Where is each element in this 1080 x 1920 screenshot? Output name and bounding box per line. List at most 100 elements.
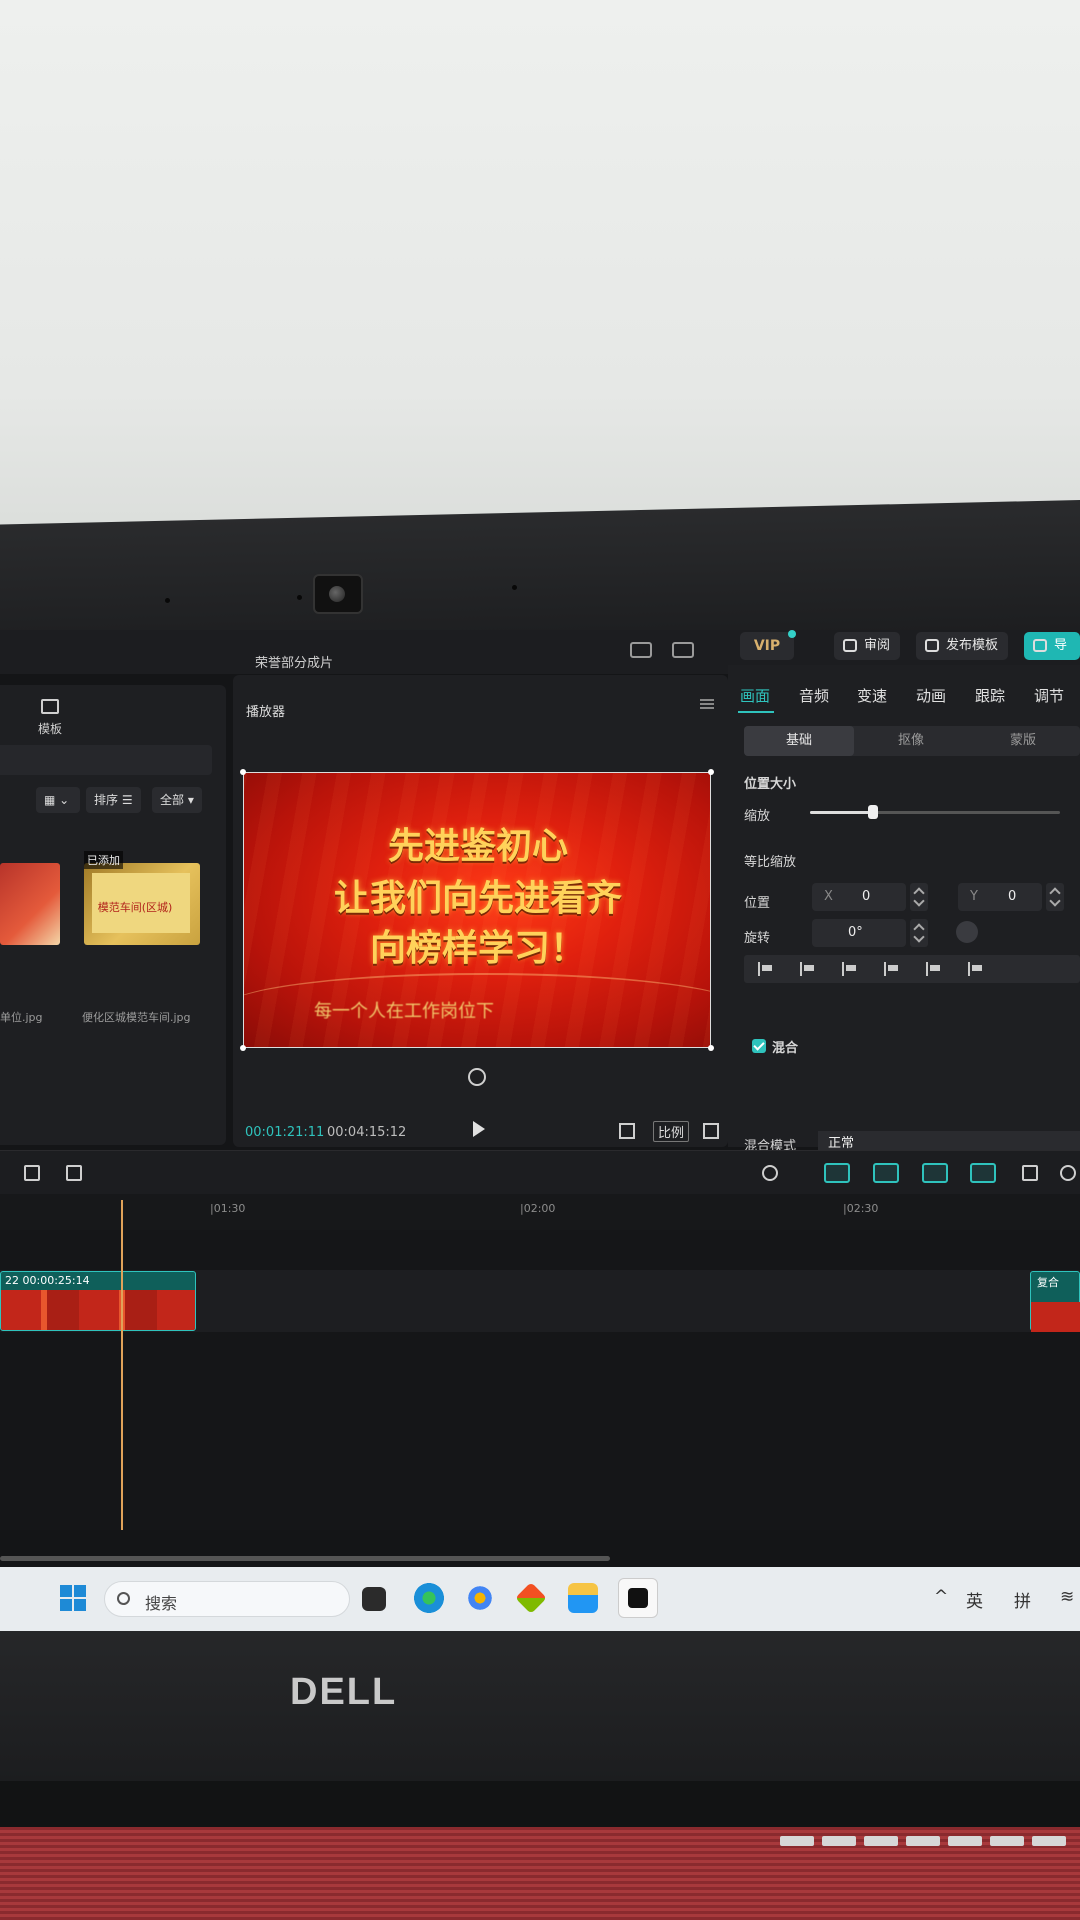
preview-axis-icon[interactable]: [970, 1163, 996, 1183]
media-thumbnail[interactable]: [0, 863, 60, 945]
current-timecode: 00:01:21:11: [245, 1125, 325, 1140]
layout-icon[interactable]: [630, 642, 652, 658]
align-left-icon[interactable]: [758, 962, 772, 976]
tab-adjust[interactable]: 调节: [1034, 685, 1064, 706]
zoom-out-icon[interactable]: [1060, 1165, 1076, 1181]
ruler-tick: |02:00: [520, 1202, 556, 1215]
publish-template-button[interactable]: 发布模板: [916, 632, 1009, 660]
y-stepper[interactable]: [1046, 883, 1064, 911]
playhead[interactable]: [121, 1200, 123, 1530]
fit-view-icon[interactable]: [619, 1123, 635, 1139]
menu-icon[interactable]: [700, 699, 714, 709]
microphone-icon[interactable]: [762, 1165, 778, 1181]
export-icon: [1033, 639, 1047, 652]
bezel-sensor: [297, 595, 302, 600]
media-search-input[interactable]: [0, 745, 212, 775]
ratio-button[interactable]: 比例: [653, 1121, 690, 1142]
photos-app-icon[interactable]: [465, 1583, 495, 1613]
slogan-line: 先进鉴初心: [387, 825, 568, 867]
subtab-cutout[interactable]: 抠像: [856, 726, 966, 756]
timeline-ruler[interactable]: |01:30 |02:00 |02:30: [0, 1194, 1080, 1230]
play-template-icon: [925, 639, 939, 652]
zoom-fit-icon[interactable]: [1022, 1165, 1038, 1181]
keyboard-icon[interactable]: [672, 642, 694, 658]
media-thumbnail[interactable]: 模范车间(区城): [84, 863, 200, 945]
image-edit-icon[interactable]: [66, 1165, 82, 1181]
play-icon[interactable]: [473, 1121, 485, 1137]
rotation-dial[interactable]: [956, 921, 978, 943]
blend-checkbox[interactable]: [752, 1039, 766, 1053]
timeline-toolbar: [0, 1150, 1080, 1194]
input-language-indicator[interactable]: 英: [966, 1587, 983, 1612]
tab-audio[interactable]: 音频: [799, 685, 829, 706]
scale-slider-thumb[interactable]: [867, 805, 878, 819]
scale-slider[interactable]: [810, 805, 1060, 819]
align-center-v-icon[interactable]: [926, 962, 940, 976]
linkage-icon[interactable]: [922, 1163, 948, 1183]
edge-browser-icon[interactable]: [414, 1583, 444, 1613]
position-y-input[interactable]: Y 0: [958, 883, 1042, 911]
resize-handle[interactable]: [240, 769, 246, 775]
keyboard-key: [822, 1836, 856, 1846]
task-view-icon[interactable]: [362, 1587, 386, 1611]
tab-speed[interactable]: 变速: [857, 685, 887, 706]
fullscreen-icon[interactable]: [703, 1123, 719, 1139]
x-stepper[interactable]: [910, 883, 928, 911]
windows-start-icon[interactable]: [60, 1585, 86, 1611]
subtab-basic[interactable]: 基础: [744, 726, 854, 756]
rotation-stepper[interactable]: [910, 919, 928, 947]
taskbar-search[interactable]: 搜索: [104, 1581, 350, 1617]
rotate-icon[interactable]: [468, 1068, 486, 1086]
slogan-line: 让我们向先进看齐: [333, 877, 622, 919]
timeline-scrollbar[interactable]: [0, 1556, 610, 1561]
tab-picture[interactable]: 画面: [740, 685, 770, 706]
chevron-up-icon[interactable]: ^: [934, 1587, 948, 1607]
filter-button[interactable]: 全部 ▾: [152, 787, 202, 813]
video-clip[interactable]: 22 00:00:25:14: [0, 1271, 196, 1331]
search-icon: [117, 1592, 130, 1605]
compound-clip[interactable]: 复合: [1030, 1271, 1080, 1332]
player-panel: 播放器 先进鉴初心 让我们向先进看齐 向榜样学习！ 每一个人在工作岗位下 00:…: [233, 675, 728, 1147]
webcam: [313, 574, 363, 614]
total-timecode: 00:04:15:12: [327, 1125, 407, 1140]
wifi-icon[interactable]: ≋: [1060, 1587, 1074, 1607]
subtab-mask[interactable]: 蒙版: [968, 726, 1078, 756]
clip-frames: [1031, 1302, 1080, 1332]
rotation-input[interactable]: 0°: [812, 919, 906, 947]
position-x-input[interactable]: X 0: [812, 883, 906, 911]
keyboard-key: [780, 1836, 814, 1846]
tab-template-label: 模板: [37, 722, 62, 736]
crop-icon[interactable]: [24, 1165, 40, 1181]
tab-animation[interactable]: 动画: [916, 685, 946, 706]
snap-icon[interactable]: [873, 1163, 899, 1183]
review-button[interactable]: 审阅: [834, 632, 901, 660]
file-name: 单位.jpg: [0, 1011, 43, 1024]
laptop-bezel-bottom: [0, 1631, 1080, 1781]
resize-handle[interactable]: [708, 1045, 714, 1051]
section-position-size[interactable]: 位置大小: [744, 773, 796, 792]
media-panel: 模板 ▦ ⌄ 排序 ☰ 全部 ▾ 模范车间(区城) 已添加 单位.jpg 便化区…: [0, 685, 226, 1145]
video-preview[interactable]: 先进鉴初心 让我们向先进看齐 向榜样学习！ 每一个人在工作岗位下: [243, 772, 711, 1048]
tab-tracking[interactable]: 跟踪: [975, 685, 1005, 706]
export-button[interactable]: 导出: [1024, 632, 1080, 681]
sort-button[interactable]: 排序 ☰: [86, 787, 141, 813]
file-explorer-icon[interactable]: [568, 1583, 598, 1613]
blend-section-label[interactable]: 混合: [772, 1037, 798, 1056]
view-toggle-button[interactable]: ▦ ⌄: [36, 787, 80, 813]
vip-badge[interactable]: VIP: [740, 630, 796, 660]
timeline-tracks[interactable]: 22 00:00:25:14 复合: [0, 1230, 1080, 1530]
tab-template[interactable]: 模板: [30, 699, 70, 737]
app-icon[interactable]: [515, 1582, 547, 1614]
thumbnail-text: 模范车间(区城): [97, 901, 173, 914]
position-label: 位置: [744, 896, 771, 911]
scale-slider-fill: [810, 811, 873, 814]
capcut-app-icon[interactable]: [618, 1578, 658, 1618]
align-top-icon[interactable]: [884, 962, 898, 976]
resize-handle[interactable]: [708, 769, 714, 775]
align-right-icon[interactable]: [842, 962, 856, 976]
align-bottom-icon[interactable]: [968, 962, 982, 976]
link-icon[interactable]: [824, 1163, 850, 1183]
resize-handle[interactable]: [240, 1045, 246, 1051]
ime-indicator[interactable]: 拼: [1014, 1587, 1031, 1612]
align-center-h-icon[interactable]: [800, 962, 814, 976]
